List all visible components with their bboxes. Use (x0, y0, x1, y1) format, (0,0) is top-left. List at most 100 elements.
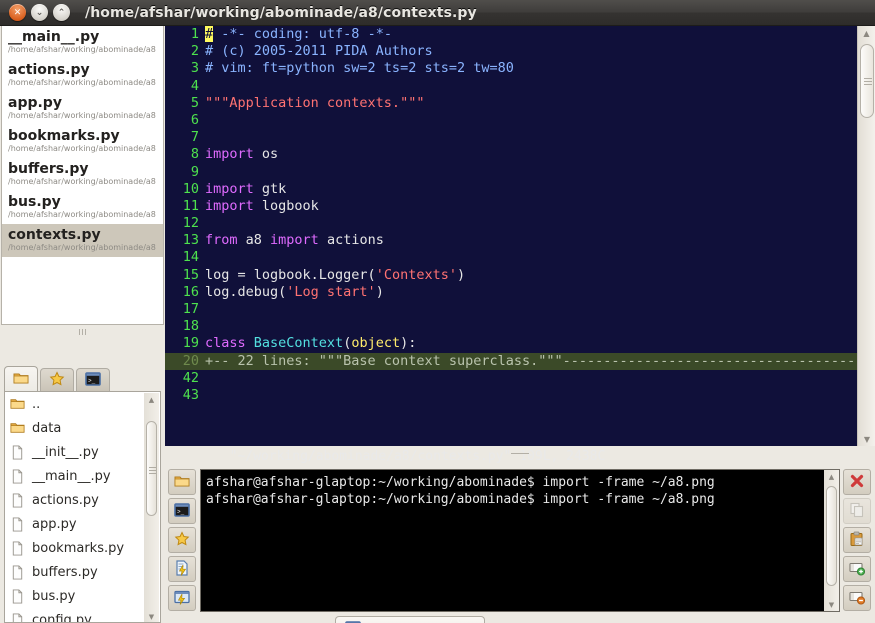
file-list-item[interactable]: bookmarks.py (5, 536, 160, 560)
buffer-name: app.py (8, 95, 62, 111)
editor-line[interactable]: 1 # -*- coding: utf-8 -*- (165, 26, 857, 43)
file-list-item[interactable]: __init__.py (5, 440, 160, 464)
buffer-list-item[interactable]: app.py/home/afshar/working/abominade/a8 (2, 92, 163, 125)
file-browser-scrollbar[interactable]: ▲ ▼ (144, 393, 159, 622)
editor-line[interactable]: 5 """Application contexts.""" (165, 95, 857, 112)
paste-button[interactable] (843, 527, 871, 553)
editor-line[interactable]: 17 (165, 301, 857, 318)
editor-fold-line[interactable]: 20 +-- 22 lines: """Base context supercla… (165, 352, 875, 370)
buffer-list-item[interactable]: contexts.py/home/afshar/working/abominad… (2, 224, 163, 257)
scrollbar-thumb[interactable] (826, 486, 837, 586)
chevron-down-icon: ⌄ (35, 7, 44, 18)
terminal-panel: >_ afshar@afshar-glaptop:~/working/abomi… (165, 459, 875, 623)
line-content: """Application contexts.""" (205, 95, 424, 111)
sidebar-tab-folder[interactable] (4, 366, 38, 392)
file-icon (10, 516, 25, 533)
line-content: # (c) 2005-2011 PIDA Authors (205, 43, 433, 59)
file-list-item[interactable]: .. (5, 392, 160, 416)
line-content: from a8 import actions (205, 232, 384, 248)
file-browser[interactable]: .. data __init__.py __main__.py actions.py ap… (4, 391, 161, 623)
open-folder-button[interactable] (168, 469, 196, 495)
file-icon (10, 468, 25, 485)
file-list-item[interactable]: app.py (5, 512, 160, 536)
terminal-view[interactable]: afshar@afshar-glaptop:~/working/abominad… (200, 469, 840, 612)
editor-line[interactable]: 16 log.debug('Log start') (165, 284, 857, 301)
code-token: ): (400, 335, 417, 352)
file-list-item[interactable]: buffers.py (5, 560, 160, 584)
scrollbar-thumb[interactable] (146, 421, 157, 516)
editor-line[interactable]: 43 (165, 387, 857, 404)
buffer-list-item[interactable]: __main__.py/home/afshar/working/abominad… (2, 26, 163, 59)
file-list-item[interactable]: config.py (5, 608, 160, 622)
editor-line[interactable]: 13 from a8 import actions (165, 232, 857, 249)
run-file-button[interactable] (168, 556, 196, 582)
file-list-item[interactable]: data (5, 416, 160, 440)
vertical-splitter[interactable] (165, 447, 875, 459)
code-token: gtk (253, 180, 287, 197)
window-title: /home/afshar/working/abominade/a8/contex… (85, 4, 477, 21)
scroll-down-icon[interactable]: ▼ (858, 432, 875, 446)
new-terminal-button[interactable]: >_ (168, 498, 196, 524)
maximize-button[interactable]: ⌃ (53, 4, 70, 21)
file-list-item[interactable]: bus.py (5, 584, 160, 608)
paste-icon (849, 531, 865, 550)
file-name: __init__.py (32, 444, 99, 460)
editor-line[interactable]: 11 import logbook (165, 198, 857, 215)
editor-line[interactable]: 12 (165, 215, 857, 232)
buffer-list-item[interactable]: actions.py/home/afshar/working/abominade… (2, 59, 163, 92)
buffer-list-item[interactable]: bookmarks.py/home/afshar/working/abomina… (2, 125, 163, 158)
editor-line[interactable]: 6 (165, 112, 857, 129)
editor-line[interactable]: 18 (165, 318, 857, 335)
editor-line[interactable]: 7 (165, 129, 857, 146)
scroll-up-icon[interactable]: ▲ (858, 26, 875, 40)
file-list-item[interactable]: __main__.py (5, 464, 160, 488)
terminal-line: afshar@afshar-glaptop:~/working/abominad… (206, 492, 715, 507)
close-terminal-button[interactable] (843, 469, 871, 495)
sidebar-tab-star[interactable] (40, 368, 74, 392)
line-content: # -*- coding: utf-8 -*- (205, 26, 392, 42)
minimize-button[interactable]: ⌄ (31, 4, 48, 21)
add-terminal-button[interactable] (843, 556, 871, 582)
code-token: from (205, 232, 238, 249)
remove-terminal-button[interactable] (843, 585, 871, 611)
editor-line[interactable]: 15 log = logbook.Logger('Contexts') (165, 267, 857, 284)
horizontal-splitter[interactable] (0, 326, 165, 337)
editor-line[interactable]: 9 (165, 164, 857, 181)
editor-line[interactable]: 14 (165, 249, 857, 266)
line-number: 1 (190, 26, 199, 42)
scroll-up-icon[interactable]: ▲ (824, 470, 839, 483)
scrollbar-thumb[interactable] (860, 44, 874, 118)
bookmarks-button[interactable] (168, 527, 196, 553)
scroll-down-icon[interactable]: ▼ (144, 610, 159, 622)
scroll-up-icon[interactable]: ▲ (144, 393, 159, 406)
sidebar-tab-row: >_ (4, 366, 165, 392)
terminal-tab[interactable]: >_...king/abominade (335, 616, 486, 623)
sidebar-tab-terminal[interactable]: >_ (76, 368, 110, 392)
code-token: ) (375, 283, 384, 300)
editor-line[interactable]: 2 # (c) 2005-2011 PIDA Authors (165, 43, 857, 60)
editor-line[interactable]: 10 import gtk (165, 181, 857, 198)
terminal-scrollbar[interactable]: ▲ ▼ (824, 470, 839, 611)
file-name: actions.py (32, 492, 99, 508)
line-number: 43 (182, 386, 199, 403)
buffer-list-item[interactable]: bus.py/home/afshar/working/abominade/a8 (2, 191, 163, 224)
file-list-item[interactable]: actions.py (5, 488, 160, 512)
editor-line[interactable]: 3 # vim: ft=python sw=2 ts=2 sts=2 tw=80 (165, 60, 857, 77)
editor-line[interactable]: 4 (165, 78, 857, 95)
code-token: class (205, 335, 246, 352)
buffer-list-item[interactable]: buffers.py/home/afshar/working/abominade… (2, 158, 163, 191)
editor-line[interactable]: 8 import os (165, 146, 857, 163)
close-button[interactable]: ✕ (9, 4, 26, 21)
buffer-name: bookmarks.py (8, 128, 120, 144)
editor-scrollbar[interactable]: ▲ ▼ (857, 26, 875, 446)
vim-editor[interactable]: 1 # -*- coding: utf-8 -*- 2 # (c) 2005-2011… (165, 26, 875, 424)
code-token: import (205, 197, 254, 214)
editor-line[interactable]: 19 class BaseContext(object): (165, 335, 857, 352)
buffer-list[interactable]: __main__.py/home/afshar/working/abominad… (1, 26, 164, 325)
run-command-button[interactable] (168, 585, 196, 611)
file-icon (10, 540, 25, 557)
file-icon (10, 492, 25, 509)
scroll-down-icon[interactable]: ▼ (824, 598, 839, 611)
editor-line[interactable]: 42 (165, 370, 857, 387)
file-list[interactable]: .. data __init__.py __main__.py actions.py ap… (5, 392, 160, 622)
